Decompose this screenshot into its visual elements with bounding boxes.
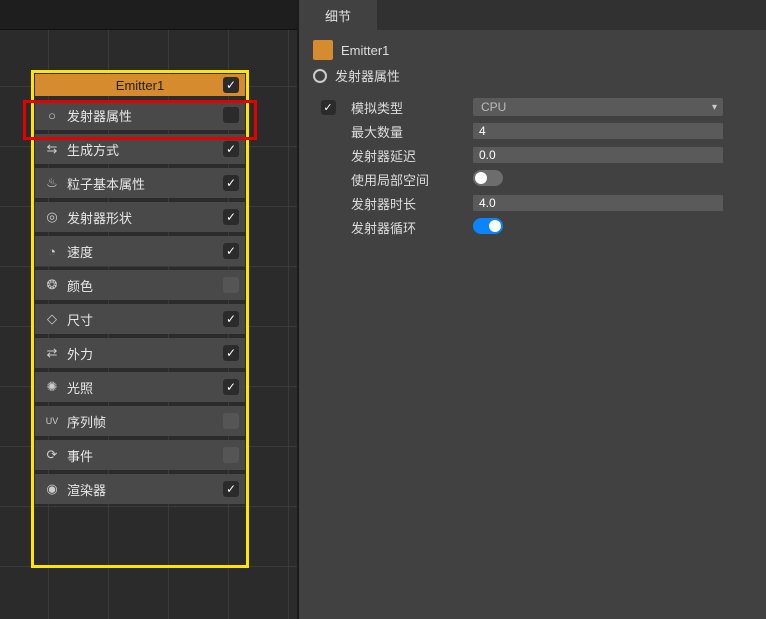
detail-row-delay: 发射器延迟 0.0 xyxy=(313,143,752,167)
property-icon: ◔ xyxy=(43,244,61,259)
property-icon: ♨ xyxy=(43,175,61,191)
details-emitter-title: Emitter1 xyxy=(313,40,752,60)
property-icon: ⇆ xyxy=(43,141,61,157)
property-label: 尺寸 xyxy=(67,310,237,329)
max-count-label: 最大数量 xyxy=(351,125,403,140)
property-checkbox[interactable] xyxy=(223,447,239,463)
detail-row-duration: 发射器时长 4.0 xyxy=(313,191,752,215)
property-checkbox[interactable] xyxy=(223,107,239,123)
property-row[interactable]: ✺ 光照 xyxy=(35,372,245,402)
details-tab-bar: 细节 xyxy=(299,0,766,30)
property-checkbox[interactable] xyxy=(223,345,239,361)
details-emitter-label: Emitter1 xyxy=(341,43,389,58)
property-icon: ◇ xyxy=(43,311,61,327)
sim-type-value: CPU xyxy=(481,100,506,114)
delay-input[interactable]: 0.0 xyxy=(473,147,723,163)
max-count-input[interactable]: 4 xyxy=(473,123,723,139)
sim-type-label: 模拟类型 xyxy=(351,101,403,116)
property-row[interactable]: ♨ 粒子基本属性 xyxy=(35,168,245,198)
property-label: 序列帧 xyxy=(67,412,237,431)
property-checkbox[interactable] xyxy=(223,413,239,429)
local-space-toggle[interactable] xyxy=(473,170,503,186)
property-checkbox[interactable] xyxy=(223,277,239,293)
property-label: 发射器形状 xyxy=(67,208,237,227)
property-label: 速度 xyxy=(67,242,237,261)
duration-input[interactable]: 4.0 xyxy=(473,195,723,211)
left-toolbar xyxy=(0,0,297,30)
property-row[interactable]: ⟳ 事件 xyxy=(35,440,245,470)
emitter-enable-checkbox[interactable] xyxy=(223,77,239,93)
property-icon: ◉ xyxy=(43,481,61,497)
property-row[interactable]: UV 序列帧 xyxy=(35,406,245,436)
property-row[interactable]: ◇ 尺寸 xyxy=(35,304,245,334)
property-icon: ⟳ xyxy=(43,447,61,463)
node-graph-panel: Emitter1 ○ 发射器属性 ⇆ 生成方式 ♨ 粒子基本属性 ◎ 发射器形状 ◔ 速度 ❂ 颜色 ◇… xyxy=(0,0,297,619)
detail-row-local-space: 使用局部空间 xyxy=(313,167,752,191)
property-row[interactable]: ◔ 速度 xyxy=(35,236,245,266)
emitter-property-list: Emitter1 ○ 发射器属性 ⇆ 生成方式 ♨ 粒子基本属性 ◎ 发射器形状 ◔ 速度 ❂ 颜色 ◇… xyxy=(35,74,245,504)
detail-row-loop: 发射器循环 xyxy=(313,215,752,239)
property-row[interactable]: ⇆ 生成方式 xyxy=(35,134,245,164)
property-row[interactable]: ◎ 发射器形状 xyxy=(35,202,245,232)
property-checkbox[interactable] xyxy=(223,209,239,225)
duration-value: 4.0 xyxy=(479,196,496,210)
property-label: 光照 xyxy=(67,378,237,397)
detail-row-sim-type: 模拟类型 CPU ▾ xyxy=(313,95,752,119)
emitter-color-icon xyxy=(313,40,333,60)
sim-type-dropdown[interactable]: CPU ▾ xyxy=(473,98,723,116)
property-row[interactable]: ⇄ 外力 xyxy=(35,338,245,368)
details-section-label: 发射器属性 xyxy=(335,66,400,85)
details-section-heading[interactable]: 发射器属性 xyxy=(313,66,752,85)
property-row[interactable]: ◉ 渲染器 xyxy=(35,474,245,504)
property-checkbox[interactable] xyxy=(223,141,239,157)
details-panel: 细节 Emitter1 发射器属性 模拟类型 CPU ▾ xyxy=(297,0,766,619)
property-checkbox[interactable] xyxy=(223,481,239,497)
property-checkbox[interactable] xyxy=(223,175,239,191)
property-row[interactable]: ❂ 颜色 xyxy=(35,270,245,300)
property-icon: ⇄ xyxy=(43,345,61,361)
property-label: 发射器属性 xyxy=(67,106,237,125)
loop-label: 发射器循环 xyxy=(351,221,416,236)
delay-value: 0.0 xyxy=(479,148,496,162)
property-icon: ❂ xyxy=(43,277,61,293)
property-label: 颜色 xyxy=(67,276,237,295)
emitter-name-label: Emitter1 xyxy=(116,78,164,93)
property-icon: ◎ xyxy=(43,209,61,225)
sim-type-checkbox[interactable] xyxy=(321,100,336,115)
property-label: 事件 xyxy=(67,446,237,465)
detail-row-max-count: 最大数量 4 xyxy=(313,119,752,143)
property-icon: UV xyxy=(43,416,61,426)
property-icon: ○ xyxy=(43,108,61,123)
delay-label: 发射器延迟 xyxy=(351,149,416,164)
property-checkbox[interactable] xyxy=(223,311,239,327)
property-icon: ✺ xyxy=(43,379,61,395)
max-count-value: 4 xyxy=(479,124,486,138)
property-label: 渲染器 xyxy=(67,480,237,499)
property-row[interactable]: ○ 发射器属性 xyxy=(35,100,245,130)
property-label: 生成方式 xyxy=(67,140,237,159)
loop-toggle[interactable] xyxy=(473,218,503,234)
tab-details[interactable]: 细节 xyxy=(299,0,377,30)
local-space-label: 使用局部空间 xyxy=(351,173,429,188)
property-label: 粒子基本属性 xyxy=(67,174,237,193)
property-label: 外力 xyxy=(67,344,237,363)
emitter-header[interactable]: Emitter1 xyxy=(35,74,245,96)
tab-label: 细节 xyxy=(325,6,351,25)
property-checkbox[interactable] xyxy=(223,243,239,259)
property-checkbox[interactable] xyxy=(223,379,239,395)
chevron-down-icon: ▾ xyxy=(712,102,717,113)
duration-label: 发射器时长 xyxy=(351,197,416,212)
circle-icon xyxy=(313,69,327,83)
